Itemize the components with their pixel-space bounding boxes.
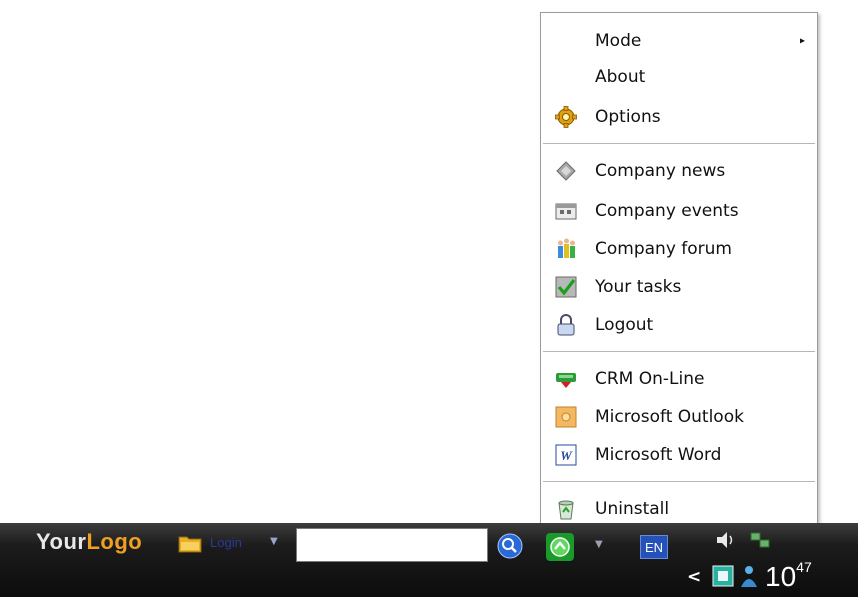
gear-icon bbox=[555, 106, 577, 128]
menu-item-uninstall[interactable]: Uninstall bbox=[541, 491, 817, 527]
menu-item-label: Microsoft Word bbox=[595, 445, 722, 465]
menu-item-label: Uninstall bbox=[595, 499, 670, 519]
word-icon: W bbox=[555, 444, 577, 466]
menu-item-label: About bbox=[595, 67, 646, 87]
taskbar: YourLogo Login ▼ ▼ EN < 1047 bbox=[0, 523, 858, 597]
volume-icon[interactable] bbox=[715, 529, 737, 551]
menu-separator bbox=[543, 351, 815, 353]
menu-item-label: Your tasks bbox=[595, 277, 682, 297]
menu-separator bbox=[543, 143, 815, 145]
tray-app-icon[interactable] bbox=[712, 565, 734, 587]
menu-item-microsoft-outlook[interactable]: Microsoft Outlook bbox=[541, 399, 817, 435]
menu-item-label: Company forum bbox=[595, 239, 732, 259]
search-button-icon[interactable] bbox=[497, 533, 523, 559]
menu-item-company-events[interactable]: Company events bbox=[541, 193, 817, 229]
menu-separator bbox=[543, 481, 815, 483]
brand-logo: YourLogo bbox=[36, 529, 143, 554]
menu-item-logout[interactable]: Logout bbox=[541, 307, 817, 343]
submenu-arrow-icon: ▸ bbox=[799, 35, 805, 47]
menu-item-label: Mode bbox=[595, 31, 642, 51]
menu-item-label: Company news bbox=[595, 161, 726, 181]
forum-people-icon bbox=[558, 238, 575, 258]
menu-item-company-forum[interactable]: Company forum bbox=[541, 231, 817, 267]
menu-item-label: Company events bbox=[595, 201, 739, 221]
checkmark-icon bbox=[555, 276, 577, 298]
menu-item-label: Microsoft Outlook bbox=[595, 407, 744, 427]
crm-icon bbox=[556, 373, 576, 388]
login-link[interactable]: Login bbox=[210, 535, 242, 550]
menu-item-microsoft-word[interactable]: W Microsoft Word bbox=[541, 437, 817, 473]
login-dropdown-icon[interactable]: ▼ bbox=[270, 536, 278, 547]
show-hidden-icons-chevron-icon[interactable]: < bbox=[687, 567, 701, 587]
menu-item-about[interactable]: About bbox=[541, 59, 817, 95]
app-tray-icon[interactable] bbox=[545, 532, 575, 562]
calendar-icon bbox=[555, 203, 577, 220]
system-clock[interactable]: 1047 bbox=[765, 559, 812, 593]
menu-item-mode[interactable]: Mode ▸ bbox=[541, 23, 817, 59]
tray-dropdown-icon[interactable]: ▼ bbox=[595, 539, 603, 550]
menu-item-label: Logout bbox=[595, 315, 654, 335]
network-icon[interactable] bbox=[748, 529, 772, 551]
menu-item-your-tasks[interactable]: Your tasks bbox=[541, 269, 817, 305]
user-icon[interactable] bbox=[738, 563, 760, 589]
language-indicator[interactable]: EN bbox=[640, 535, 668, 559]
menu-item-crm-online[interactable]: CRM On-Line bbox=[541, 361, 817, 397]
svg-text:W: W bbox=[560, 448, 573, 463]
tray-context-menu: Mode ▸ About Options Company news Compan… bbox=[540, 12, 818, 535]
outlook-icon bbox=[555, 406, 577, 428]
menu-item-label: CRM On-Line bbox=[595, 369, 705, 389]
menu-item-options[interactable]: Options bbox=[541, 99, 817, 135]
recycle-bin-icon bbox=[558, 500, 574, 520]
menu-item-company-news[interactable]: Company news bbox=[541, 153, 817, 189]
news-diamond-icon bbox=[556, 161, 576, 181]
menu-item-label: Options bbox=[595, 107, 661, 127]
folder-icon[interactable] bbox=[178, 533, 202, 553]
search-input[interactable] bbox=[296, 528, 488, 562]
padlock-icon bbox=[557, 314, 575, 336]
